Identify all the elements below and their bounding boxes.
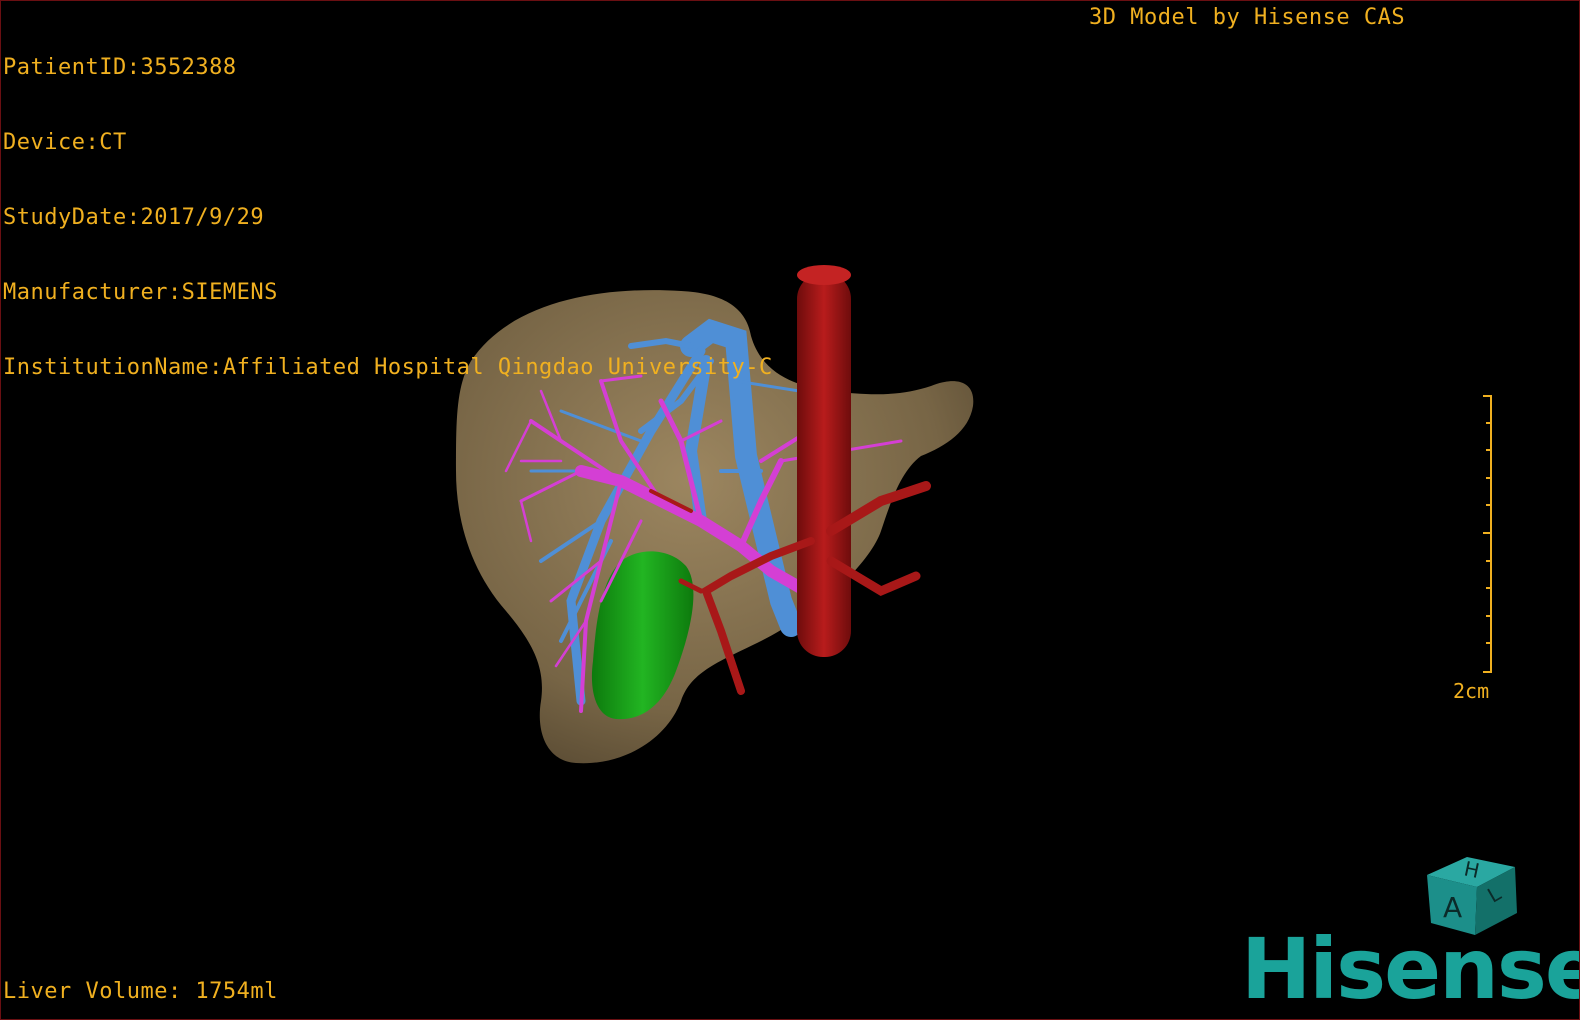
model-credit-text: 3D Model by Hisense CAS xyxy=(1089,5,1406,30)
manufacturer-text: Manufacturer:SIEMENS xyxy=(3,280,278,305)
device-text: Device:CT xyxy=(3,130,127,155)
dicom-info-overlay: PatientID:3552388 Device:CT StudyDate:20… xyxy=(3,5,773,430)
liver-volume-text: Liver Volume: 1754ml xyxy=(3,979,278,1004)
scale-bar xyxy=(1483,395,1492,673)
patient-id-text: PatientID:3552388 xyxy=(3,55,237,80)
study-date-text: StudyDate:2017/9/29 xyxy=(3,205,265,230)
hisense-logo: Hisense xyxy=(1241,920,1580,1018)
3d-viewport[interactable]: PatientID:3552388 Device:CT StudyDate:20… xyxy=(0,0,1580,1020)
scale-label: 2cm xyxy=(1453,679,1490,703)
institution-text: InstitutionName:Affiliated Hospital Qing… xyxy=(3,355,773,380)
